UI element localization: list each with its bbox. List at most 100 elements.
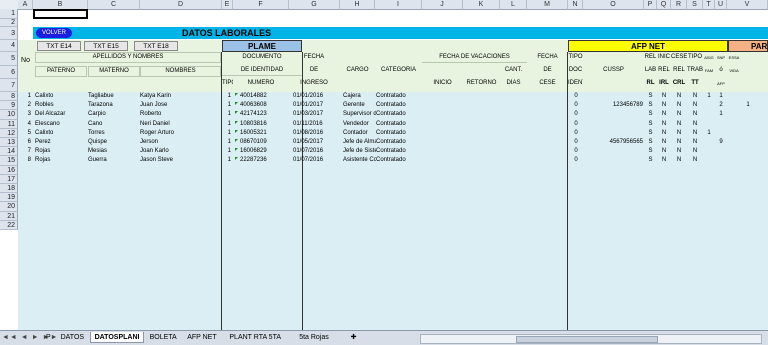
header-de2: DE	[543, 67, 552, 73]
column-header-i[interactable]: I	[375, 0, 422, 10]
sheet-tab-datosplani[interactable]: DATOSPLANI	[89, 332, 145, 343]
add-sheet-icon[interactable]: ✚	[347, 332, 361, 343]
row-header-2[interactable]: 2	[0, 19, 18, 27]
emp-n: 5	[27, 129, 31, 136]
emp-fecha: 01/01/2017	[293, 102, 324, 109]
header-apellidos: APELLIDOS Y NOMBRES	[35, 52, 221, 63]
header-irl: IRL	[659, 80, 669, 86]
volver-button[interactable]: VOLVER	[36, 28, 72, 38]
row-header-6[interactable]: 6	[0, 66, 18, 79]
row-header-18[interactable]: 18	[0, 184, 18, 194]
header-rel: REL	[644, 54, 657, 60]
column-header-j[interactable]: J	[422, 0, 463, 10]
row-header-5[interactable]: 5	[0, 52, 18, 66]
column-header-f[interactable]: F	[233, 0, 289, 10]
row-header-13[interactable]: 13	[0, 138, 18, 148]
column-header-c[interactable]: C	[88, 0, 140, 10]
emp-paterno: Rojas	[35, 148, 51, 155]
emp-fecha: 01/03/2017	[293, 111, 324, 118]
emp-snp: 1	[719, 93, 723, 99]
emp-cussp	[583, 129, 643, 138]
sheet-tab-plant-rta-5ta[interactable]: PLANT RTA 5TA	[225, 332, 285, 343]
emp-vida	[741, 156, 755, 165]
row-header-12[interactable]: 12	[0, 128, 18, 138]
row-header-11[interactable]: 11	[0, 119, 18, 129]
column-header-r[interactable]: R	[671, 0, 687, 10]
column-header-e[interactable]: E	[222, 0, 233, 10]
column-header-q[interactable]: Q	[657, 0, 671, 10]
row-header-15[interactable]: 15	[0, 156, 18, 166]
sheet-tab-5ta-rojas[interactable]: 5ta Rojas	[295, 332, 333, 343]
column-header-v[interactable]: V	[727, 0, 768, 10]
emp-vida	[741, 138, 755, 147]
sheet-tab-boleta[interactable]: BOLETA	[146, 332, 181, 343]
sheet-tab-datos[interactable]: DATOS	[57, 332, 88, 343]
column-header-a[interactable]: A	[18, 0, 33, 10]
emp-tt: N	[692, 157, 698, 164]
scrollbar-thumb[interactable]	[516, 336, 658, 343]
emp-categoria: Contratado	[376, 120, 406, 127]
row-header-1[interactable]: 1	[0, 9, 18, 19]
emp-snp: 1	[719, 111, 723, 118]
header-inicio: INICIO	[433, 80, 452, 86]
emp-nombres: Joan Karlo	[140, 148, 169, 155]
emp-n: 2	[27, 102, 31, 109]
emp-cargo: Asistente Cont	[343, 157, 376, 164]
column-header-s[interactable]: S	[687, 0, 703, 10]
column-header-n[interactable]: N	[568, 0, 583, 10]
row-header-7[interactable]: 7	[0, 79, 18, 92]
column-header-u[interactable]: U	[715, 0, 727, 10]
cell-comment-marker	[235, 120, 238, 124]
header-tt: TT	[691, 80, 699, 86]
emp-vida	[741, 147, 755, 156]
header-cese2: CESE	[671, 54, 687, 60]
emp-tt: N	[692, 129, 698, 136]
row-header-14[interactable]: 14	[0, 147, 18, 157]
emp-tipo: 1	[227, 129, 231, 136]
column-header-h[interactable]: H	[340, 0, 375, 10]
sheet-tab-afp-net[interactable]: AFP NET	[183, 332, 220, 343]
cell-comment-marker	[235, 129, 238, 133]
emp-fam	[703, 120, 715, 129]
emp-crl: N	[676, 111, 682, 118]
spreadsheet-grid[interactable]: A B C D E F G H I J K L M N O P Q R S T U V 1 2 3 4 5 6 7 8 9 10 11 12 13 1…	[0, 0, 768, 330]
emp-tipo: 1	[227, 120, 231, 127]
row-header-16[interactable]: 16	[0, 165, 18, 175]
column-header-m[interactable]: M	[527, 0, 568, 10]
row-header-21[interactable]: 21	[0, 211, 18, 221]
emp-paterno: Calixto	[35, 93, 54, 99]
row-header-19[interactable]: 19	[0, 193, 18, 203]
txt-export-button-3[interactable]: TXT E18	[134, 41, 178, 51]
column-header-p[interactable]: P	[644, 0, 657, 10]
emp-fecha: 01/07/2016	[293, 148, 324, 155]
row-header-8[interactable]: 8	[0, 92, 18, 102]
header-ingreso: INGRESO	[300, 80, 328, 86]
row-header-17[interactable]: 17	[0, 174, 18, 184]
emp-tt: N	[692, 102, 698, 109]
column-header-t[interactable]: T	[703, 0, 715, 10]
horizontal-scrollbar[interactable]	[420, 334, 762, 344]
column-header-g[interactable]: G	[289, 0, 340, 10]
column-header-o[interactable]: O	[583, 0, 644, 10]
row-header-20[interactable]: 20	[0, 202, 18, 212]
emp-fam	[703, 147, 715, 156]
emp-fecha: 01/07/2016	[293, 157, 324, 164]
column-header-d[interactable]: D	[140, 0, 222, 10]
column-header-l[interactable]: L	[500, 0, 527, 10]
emp-vida	[741, 120, 755, 129]
header-tipo-doc: TIPO	[568, 54, 583, 60]
sheet-tab-p[interactable]: P	[42, 332, 55, 343]
row-header-9[interactable]: 9	[0, 101, 18, 111]
emp-crl: N	[676, 93, 682, 99]
emp-paterno: Elescano	[35, 120, 60, 127]
txt-export-button-1[interactable]: TXT E14	[37, 41, 81, 51]
emp-rl: S	[648, 148, 653, 155]
row-header-22[interactable]: 22	[0, 220, 18, 230]
emp-nombres: Jerson	[140, 139, 159, 145]
row-header-10[interactable]: 10	[0, 110, 18, 120]
column-header-k[interactable]: K	[463, 0, 500, 10]
row-header-4[interactable]: 4	[0, 40, 18, 52]
row-header-3[interactable]: 3	[0, 27, 18, 40]
txt-export-button-2[interactable]: TXT E15	[84, 41, 128, 51]
header-paterno: PATERNO	[35, 66, 87, 77]
